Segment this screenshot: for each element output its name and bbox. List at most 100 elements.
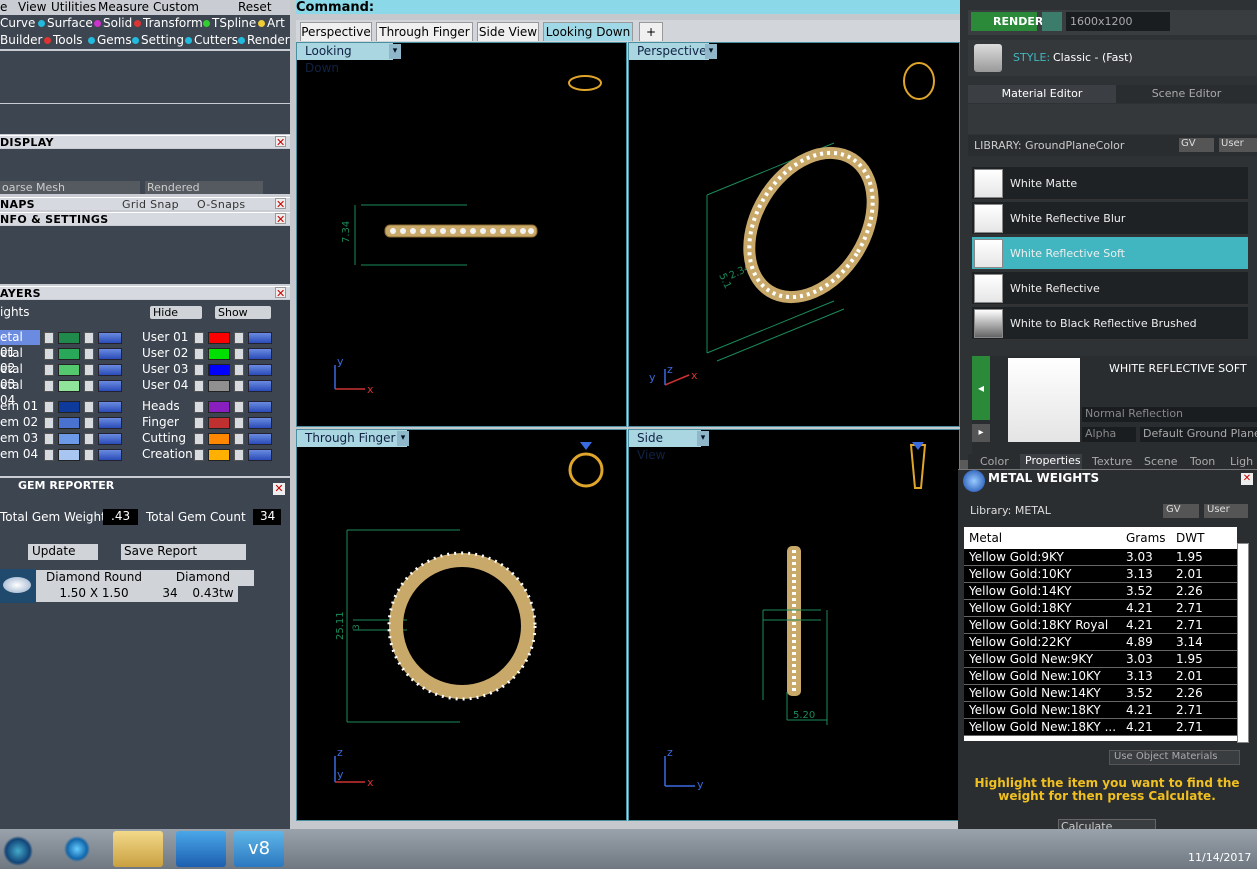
material-item[interactable]: White Matte: [972, 167, 1248, 200]
layer-name[interactable]: Heads: [142, 399, 192, 414]
table-row[interactable]: Yellow Gold New:10KY 3.13 2.01: [964, 668, 1237, 685]
layer-visibility[interactable]: [248, 364, 272, 376]
resolution-select[interactable]: 1600x1200: [1066, 12, 1170, 31]
material-item[interactable]: White Reflective: [972, 272, 1248, 305]
camera-icon[interactable]: [1042, 12, 1062, 31]
layer-visibility[interactable]: [248, 348, 272, 360]
submenu-tools[interactable]: Tools: [44, 33, 83, 47]
alpha-field[interactable]: Alpha: [1082, 427, 1136, 442]
submenu-surface[interactable]: Surface: [38, 16, 93, 30]
layer-toggle[interactable]: [194, 380, 204, 392]
close-icon[interactable]: ✕: [275, 213, 286, 225]
lock-icon[interactable]: [84, 433, 94, 445]
lock-icon[interactable]: [84, 364, 94, 376]
submenu-transform[interactable]: Transform: [134, 16, 203, 30]
user-button[interactable]: User: [1204, 504, 1248, 518]
close-icon[interactable]: ✕: [275, 136, 286, 148]
viewport-through-finger[interactable]: Through Finger ▾ 25.11 3 z y x: [296, 429, 627, 821]
layer-row[interactable]: em 02 Finger: [0, 415, 290, 430]
menu-measure[interactable]: Measure: [98, 0, 149, 14]
layer-toggle[interactable]: [44, 380, 54, 392]
layer-color[interactable]: [208, 433, 230, 445]
submenu-art[interactable]: Art: [258, 16, 285, 30]
layer-name[interactable]: Cutting: [142, 431, 192, 446]
tab-through-finger[interactable]: Through Finger: [376, 22, 473, 41]
style-value[interactable]: Classic - (Fast): [1053, 51, 1133, 64]
layer-color[interactable]: [58, 449, 80, 461]
layer-toggle[interactable]: [194, 401, 204, 413]
layer-name[interactable]: em 02: [0, 415, 40, 430]
layer-toggle[interactable]: [194, 433, 204, 445]
submenu-builder[interactable]: Builder: [0, 33, 42, 47]
lock-icon[interactable]: [84, 449, 94, 461]
update-button[interactable]: Update: [28, 544, 98, 560]
lock-icon[interactable]: [234, 348, 244, 360]
layer-name[interactable]: etal 03: [0, 362, 40, 391]
layer-color[interactable]: [58, 417, 80, 429]
material-item[interactable]: White to Black Reflective Brushed: [972, 307, 1248, 340]
submenu-render[interactable]: Render: [238, 33, 290, 47]
layer-name[interactable]: User 04: [142, 378, 192, 393]
hide-button[interactable]: Hide: [150, 306, 202, 319]
table-row[interactable]: Yellow Gold:14KY 3.52 2.26: [964, 583, 1237, 600]
layer-color[interactable]: [58, 401, 80, 413]
layer-toggle[interactable]: [194, 449, 204, 461]
layer-row[interactable]: etal 02 User 02: [0, 346, 290, 375]
layer-visibility[interactable]: [98, 433, 122, 445]
grid-snap-toggle[interactable]: Grid Snap: [122, 198, 179, 211]
table-row[interactable]: Yellow Gold New:9KY 3.03 1.95: [964, 651, 1237, 668]
layer-visibility[interactable]: [248, 417, 272, 429]
layer-name[interactable]: etal 02: [0, 346, 40, 375]
layer-toggle[interactable]: [44, 433, 54, 445]
submenu-solid[interactable]: Solid: [94, 16, 132, 30]
folder-icon[interactable]: [113, 831, 163, 867]
submenu-gems[interactable]: Gems: [88, 33, 132, 47]
layer-name[interactable]: User 02: [142, 346, 192, 361]
submenu-tspline[interactable]: TSpline: [203, 16, 256, 30]
close-icon[interactable]: ✕: [275, 198, 286, 210]
lock-icon[interactable]: [234, 364, 244, 376]
menu-edit[interactable]: e: [0, 0, 7, 14]
layer-visibility[interactable]: [98, 348, 122, 360]
layer-toggle[interactable]: [44, 449, 54, 461]
lock-icon[interactable]: [234, 380, 244, 392]
tab-color[interactable]: Color: [980, 455, 1009, 468]
material-item[interactable]: White Reflective Blur: [972, 202, 1248, 235]
layer-toggle[interactable]: [194, 417, 204, 429]
layer-name[interactable]: User 03: [142, 362, 192, 377]
layer-name[interactable]: Finger: [142, 415, 192, 430]
command-line[interactable]: Command:: [296, 0, 960, 15]
close-icon[interactable]: ✕: [275, 287, 286, 299]
add-tab-button[interactable]: +: [639, 22, 663, 41]
layer-visibility[interactable]: [248, 401, 272, 413]
layer-row[interactable]: etal 04 User 04: [0, 378, 290, 407]
table-row[interactable]: Yellow Gold:9KY 3.03 1.95: [964, 549, 1237, 566]
show-button[interactable]: Show: [215, 306, 271, 319]
table-row[interactable]: Yellow Gold New:14KY 3.52 2.26: [964, 685, 1237, 702]
layer-toggle[interactable]: [44, 401, 54, 413]
tab-light[interactable]: Ligh: [1230, 455, 1253, 468]
table-row[interactable]: Yellow Gold:18KY 4.21 2.71: [964, 600, 1237, 617]
tab-scene[interactable]: Scene: [1144, 455, 1178, 468]
layer-color[interactable]: [58, 348, 80, 360]
collapse-arrow-icon[interactable]: ◂: [972, 356, 990, 420]
layer-row[interactable]: em 01 Heads: [0, 399, 290, 414]
reflection-select[interactable]: Normal Reflection: [1082, 407, 1257, 422]
layer-name[interactable]: Creation: [142, 447, 193, 462]
submenu-setting[interactable]: Setting: [132, 33, 184, 47]
table-row[interactable]: Yellow Gold New:18KY ... 4.21 2.71: [964, 719, 1237, 736]
layer-name[interactable]: etal 01: [0, 330, 40, 359]
layer-toggle[interactable]: [194, 348, 204, 360]
menu-utilities[interactable]: Utilities: [51, 0, 96, 14]
tab-material-editor[interactable]: Material Editor: [968, 85, 1116, 103]
layer-visibility[interactable]: [248, 433, 272, 445]
tab-scene-editor[interactable]: Scene Editor: [1116, 85, 1257, 103]
close-icon[interactable]: ✕: [1241, 473, 1253, 485]
lock-icon[interactable]: [84, 417, 94, 429]
table-row[interactable]: Yellow Gold:10KY 3.13 2.01: [964, 566, 1237, 583]
layer-color[interactable]: [58, 332, 80, 344]
layer-visibility[interactable]: [98, 417, 122, 429]
layer-color[interactable]: [208, 332, 230, 344]
gv-button[interactable]: GV: [1179, 138, 1214, 152]
layer-name[interactable]: User 01: [142, 330, 192, 345]
